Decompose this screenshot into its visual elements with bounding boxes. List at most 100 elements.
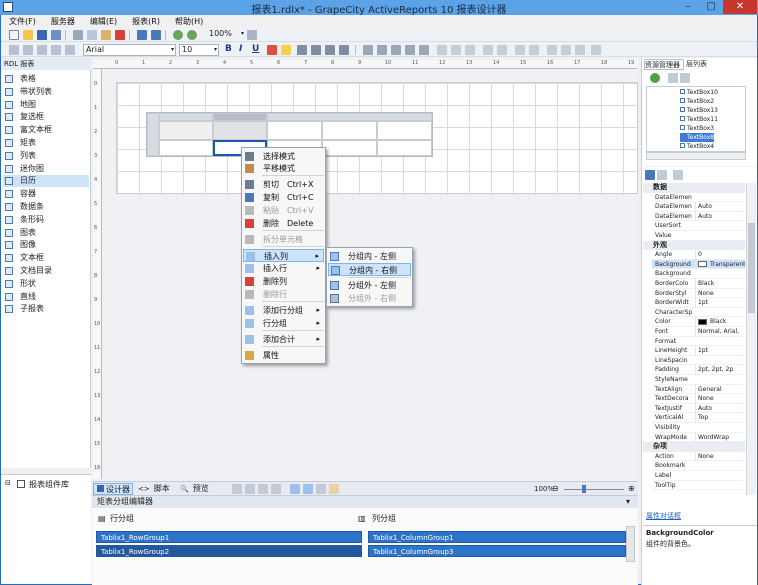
tab-preview[interactable]: 🔍 预览 bbox=[180, 483, 218, 495]
property-value[interactable]: Top bbox=[695, 413, 745, 423]
context-menu-item[interactable]: 复制 Ctrl+C bbox=[243, 191, 324, 204]
font-size-select[interactable]: 10 ▾ bbox=[179, 44, 219, 56]
toolbox-item[interactable]: 图表 bbox=[3, 227, 89, 239]
align-left-icon[interactable] bbox=[9, 45, 19, 55]
property-category[interactable]: 杂项 bbox=[643, 442, 745, 452]
align-justify-icon[interactable] bbox=[51, 45, 61, 55]
property-row[interactable]: Bookmark bbox=[652, 461, 745, 471]
property-row[interactable]: Angle 0 bbox=[652, 250, 745, 260]
column-handle[interactable] bbox=[267, 113, 432, 121]
copy-icon[interactable] bbox=[87, 30, 97, 40]
toolbox-item[interactable]: 数据条 bbox=[3, 201, 89, 213]
property-value[interactable]: 1pt bbox=[695, 298, 745, 308]
property-value[interactable]: None bbox=[695, 288, 745, 299]
matrix-cell[interactable] bbox=[159, 140, 213, 156]
context-menu-item[interactable]: 删除 Delete bbox=[243, 217, 324, 230]
bold-button[interactable]: B bbox=[225, 44, 232, 56]
sort-alpha-icon[interactable] bbox=[657, 170, 667, 180]
property-value[interactable]: Auto bbox=[695, 403, 745, 414]
zoom-in-icon[interactable] bbox=[173, 30, 183, 40]
context-menu-item[interactable]: 剪切 Ctrl+X bbox=[243, 178, 324, 191]
font-color-icon[interactable] bbox=[267, 45, 277, 55]
row-group-item[interactable]: Tablix1_RowGroup2 bbox=[96, 545, 362, 557]
text-align-center-icon[interactable] bbox=[311, 45, 321, 55]
context-menu-item[interactable]: 插入列 ▸ bbox=[243, 249, 324, 262]
tree-item[interactable]: TextBox4 bbox=[680, 142, 714, 151]
property-value[interactable]: Auto bbox=[695, 211, 745, 222]
undo-icon[interactable] bbox=[137, 30, 147, 40]
explorer-h-scrollbar[interactable] bbox=[646, 152, 746, 160]
context-menu-item[interactable]: 属性 bbox=[243, 349, 324, 362]
zoom-select[interactable]: 100% ▾ bbox=[207, 29, 245, 41]
properties-scroll-thumb[interactable] bbox=[748, 223, 755, 313]
property-row[interactable]: LineHeight 1pt bbox=[652, 346, 745, 356]
expand-icon[interactable]: ⊟ bbox=[5, 479, 11, 487]
group-editor-scrollbar[interactable] bbox=[626, 526, 635, 562]
property-row[interactable]: StyleName bbox=[652, 375, 745, 385]
toolbox-item[interactable]: 子报表 bbox=[3, 303, 89, 315]
property-category[interactable]: 数据 bbox=[643, 183, 745, 193]
property-dialog-link[interactable]: 属性对话框 bbox=[646, 511, 681, 521]
property-value[interactable]: Transparent bbox=[695, 259, 745, 270]
property-row[interactable]: TextDecora None bbox=[652, 394, 745, 404]
align-right-icon[interactable] bbox=[37, 45, 47, 55]
spacing-v-icon[interactable] bbox=[497, 45, 507, 55]
toolbox-item[interactable]: 表格 bbox=[3, 73, 89, 85]
library-title[interactable]: 报表组件库 bbox=[29, 479, 69, 490]
toolbox-item[interactable]: 直线 bbox=[3, 291, 89, 303]
tree-item[interactable]: TextBox8 bbox=[680, 133, 715, 142]
property-value[interactable]: Auto bbox=[695, 202, 745, 212]
property-row[interactable]: DataElemen Auto bbox=[652, 202, 745, 212]
zoom-out-icon[interactable] bbox=[187, 30, 197, 40]
tablix-corner-handle[interactable] bbox=[147, 113, 159, 156]
zoom-slider[interactable] bbox=[564, 489, 624, 490]
layout-icon[interactable] bbox=[258, 484, 268, 494]
property-value[interactable]: 2pt, 2pt, 2p bbox=[695, 365, 745, 375]
maximize-button[interactable]: □ bbox=[700, 0, 722, 14]
toolbox-item[interactable]: 日历 bbox=[3, 175, 89, 188]
outdent-icon[interactable] bbox=[377, 45, 387, 55]
hand-icon[interactable] bbox=[329, 484, 339, 494]
tab-layer-list[interactable]: 层列表 bbox=[686, 59, 714, 70]
tree-item[interactable]: TextBox3 bbox=[680, 124, 714, 133]
cut-icon[interactable] bbox=[73, 30, 83, 40]
menu-file[interactable]: 文件(F) bbox=[1, 15, 43, 27]
matrix-cell[interactable] bbox=[267, 121, 322, 140]
menu-server[interactable]: 服务器 bbox=[43, 15, 82, 27]
align-center-icon[interactable] bbox=[23, 45, 33, 55]
zoom-slider-thumb[interactable] bbox=[582, 485, 586, 493]
pointer-icon[interactable] bbox=[303, 484, 313, 494]
align-top-icon[interactable] bbox=[65, 45, 75, 55]
size-width-icon[interactable] bbox=[437, 45, 447, 55]
matrix-cell[interactable] bbox=[213, 121, 267, 140]
property-row[interactable]: Padding 2pt, 2pt, 2p bbox=[652, 365, 745, 375]
text-justify-icon[interactable] bbox=[339, 45, 349, 55]
column-group-item[interactable]: Tablix1_ColumnGroup1 bbox=[368, 531, 626, 543]
spacing-h-icon[interactable] bbox=[483, 45, 493, 55]
tree-item[interactable]: TextBox13 bbox=[680, 106, 718, 115]
menu-edit[interactable]: 编辑(E) bbox=[82, 15, 124, 27]
chevron-down-icon[interactable]: ▾ bbox=[626, 497, 630, 506]
valign-top-icon[interactable] bbox=[391, 45, 401, 55]
send-back-icon[interactable] bbox=[529, 45, 539, 55]
toolbox-item[interactable]: 条形码 bbox=[3, 214, 89, 226]
paste-icon[interactable] bbox=[101, 30, 111, 40]
grid-icon[interactable] bbox=[547, 45, 557, 55]
minimize-button[interactable]: – bbox=[677, 0, 699, 14]
toolbox-item[interactable]: 文本框 bbox=[3, 252, 89, 264]
toolbox-item[interactable]: 形状 bbox=[3, 278, 89, 290]
property-value[interactable]: None bbox=[695, 451, 745, 462]
toolbox-item[interactable]: 图像 bbox=[3, 239, 89, 251]
report-icon[interactable] bbox=[51, 30, 61, 40]
size-both-icon[interactable] bbox=[465, 45, 475, 55]
matrix-cell[interactable] bbox=[159, 121, 213, 140]
close-button[interactable]: ✕ bbox=[723, 0, 757, 14]
property-row[interactable]: Label bbox=[652, 471, 745, 481]
toolbox-item[interactable]: 地图 bbox=[3, 99, 89, 111]
snap-icon[interactable] bbox=[247, 30, 257, 40]
remove-icon[interactable] bbox=[680, 73, 690, 83]
toolbox-item[interactable]: 迷你图 bbox=[3, 163, 89, 175]
toolbox-item[interactable]: 容器 bbox=[3, 188, 89, 200]
redo-icon[interactable] bbox=[151, 30, 161, 40]
toolbox-item[interactable]: 富文本框 bbox=[3, 124, 89, 136]
